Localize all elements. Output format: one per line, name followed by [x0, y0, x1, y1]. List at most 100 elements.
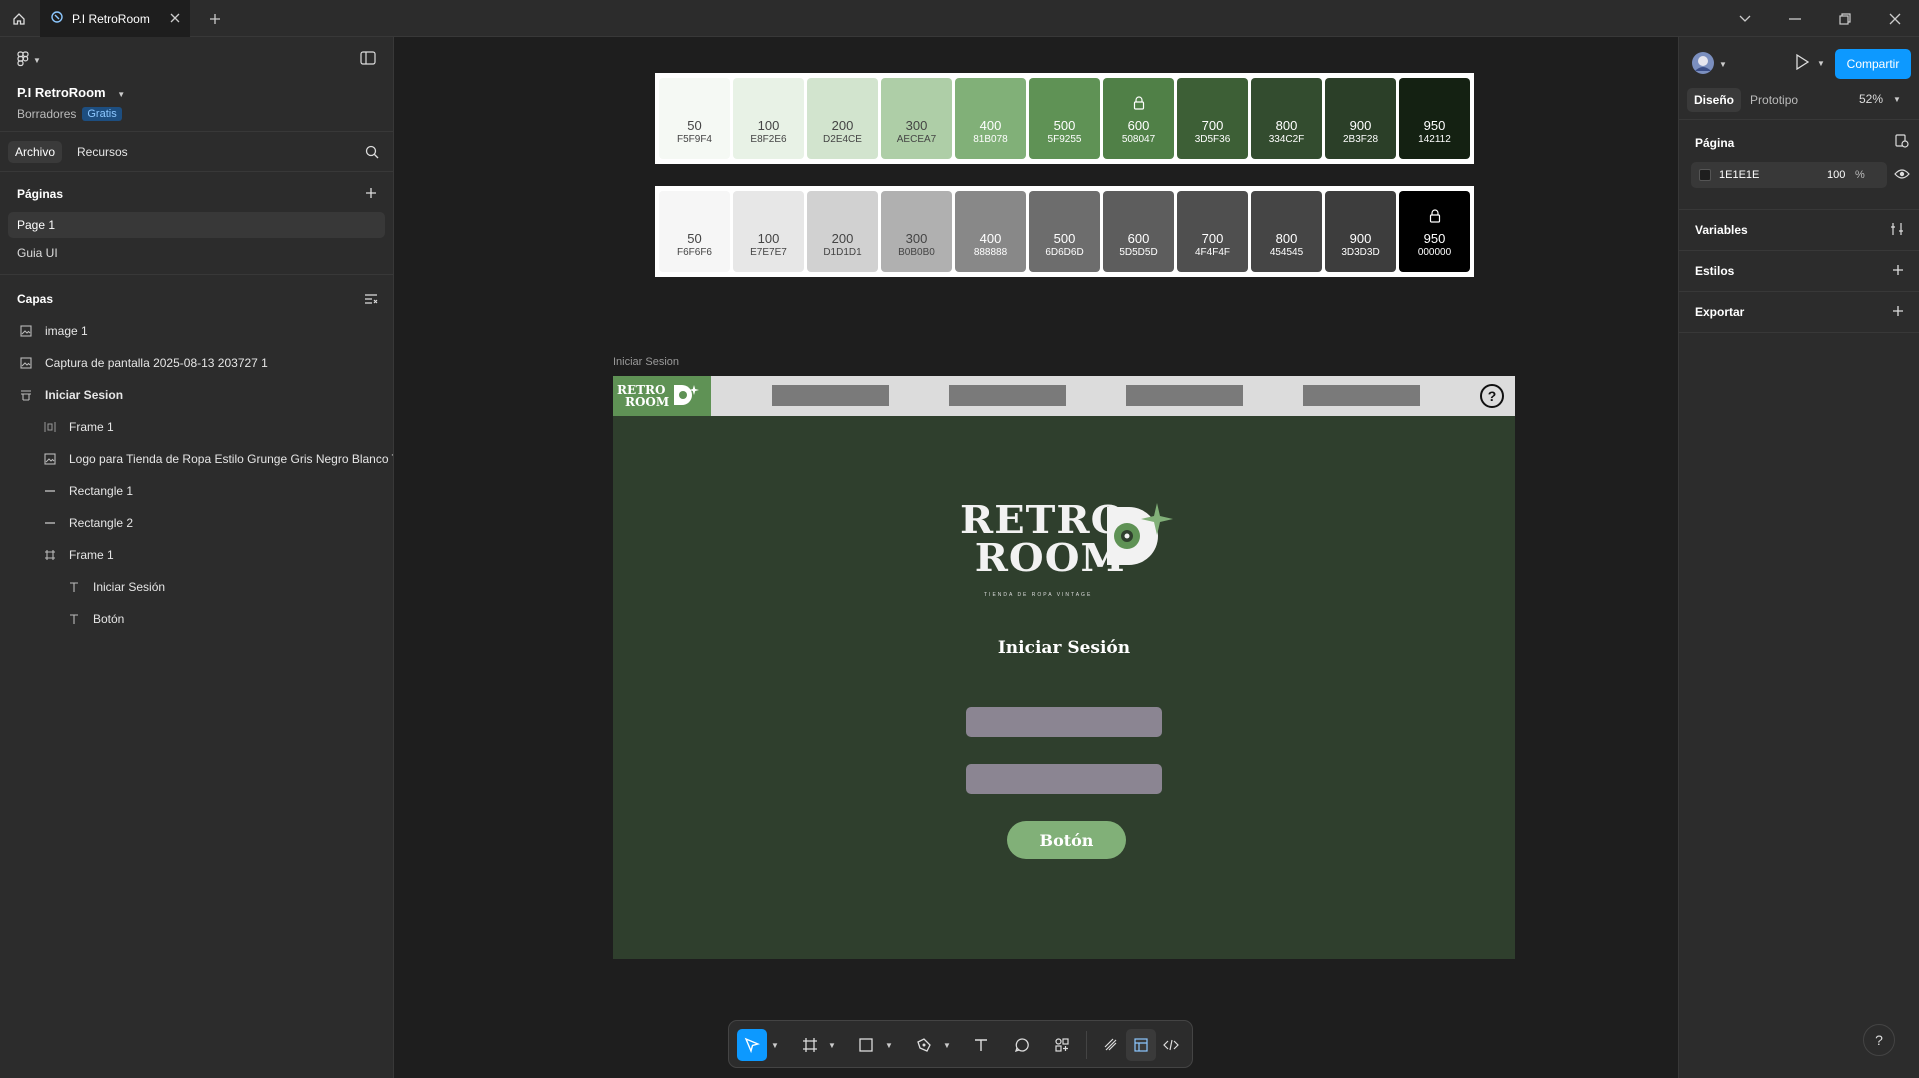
pen-tool-icon[interactable]: [909, 1029, 939, 1061]
close-tab-icon[interactable]: [170, 12, 180, 26]
password-field[interactable]: [966, 764, 1162, 794]
add-style-icon[interactable]: [1892, 264, 1904, 279]
page-style-icon[interactable]: [1895, 134, 1909, 151]
rectangle-tool-icon[interactable]: [851, 1029, 881, 1061]
dev-mode-icon[interactable]: [1156, 1029, 1186, 1061]
color-swatch-200[interactable]: 200 D1D1D1: [807, 191, 878, 272]
home-icon[interactable]: [0, 0, 37, 37]
nav-placeholder-2[interactable]: [949, 385, 1066, 406]
assets-tool-icon[interactable]: [1047, 1029, 1077, 1061]
eye-icon[interactable]: [1894, 168, 1910, 183]
layer-item[interactable]: Botón: [0, 603, 393, 635]
zoom-control[interactable]: 52% ▼: [1859, 92, 1901, 106]
tab-archivo[interactable]: Archivo: [8, 141, 63, 163]
add-page-icon[interactable]: [365, 187, 377, 202]
login-frame[interactable]: RETRO ROOM ? RETRO ROOM TIENDA DE ROPA V…: [613, 376, 1515, 959]
close-window-icon[interactable]: [1870, 0, 1919, 37]
green-palette[interactable]: 50 F5F9F4 100 E8F2E6 200 D2E4CE 300 AECEA7 400 81…: [655, 73, 1474, 164]
login-button[interactable]: Botón: [1007, 821, 1126, 859]
chevron-down-icon[interactable]: [1720, 0, 1770, 37]
minimize-icon[interactable]: [1770, 0, 1820, 37]
color-swatch-50[interactable]: 50 F5F9F4: [659, 78, 730, 159]
layer-item[interactable]: Rectangle 2: [0, 507, 393, 539]
gray-palette[interactable]: 50 F6F6F6 100 E7E7E7 200 D1D1D1 300 B0B0B0 400 88…: [655, 186, 1474, 277]
color-swatch-100[interactable]: 100 E8F2E6: [733, 78, 804, 159]
share-button[interactable]: Compartir: [1835, 49, 1911, 79]
canvas[interactable]: 50 F5F9F4 100 E8F2E6 200 D2E4CE 300 AECEA7 400 81…: [394, 37, 1678, 1078]
swatch-hex: AECEA7: [896, 134, 937, 145]
color-swatch-800[interactable]: 800 454545: [1251, 191, 1322, 272]
color-swatch-700[interactable]: 700 4F4F4F: [1177, 191, 1248, 272]
username-field[interactable]: [966, 707, 1162, 737]
comment-tool-icon[interactable]: [1007, 1029, 1037, 1061]
navbar-logo[interactable]: RETRO ROOM: [613, 376, 711, 416]
color-swatch-500[interactable]: 500 5F9255: [1029, 78, 1100, 159]
color-swatch-50[interactable]: 50 F6F6F6: [659, 191, 730, 272]
color-swatch-700[interactable]: 700 3D5F36: [1177, 78, 1248, 159]
layer-item[interactable]: Frame 1: [0, 539, 393, 571]
color-swatch[interactable]: [1699, 169, 1711, 181]
layer-item[interactable]: image 1: [0, 315, 393, 347]
tab-prototipo[interactable]: Prototipo: [1743, 88, 1805, 112]
layer-item[interactable]: Frame 1: [0, 411, 393, 443]
page-item-page-1[interactable]: Page 1: [8, 212, 385, 238]
color-swatch-900[interactable]: 900 3D3D3D: [1325, 191, 1396, 272]
frame-tool-icon[interactable]: [795, 1029, 825, 1061]
color-swatch-400[interactable]: 400 888888: [955, 191, 1026, 272]
color-swatch-300[interactable]: 300 B0B0B0: [881, 191, 952, 272]
layer-item[interactable]: Iniciar Sesion: [0, 379, 393, 411]
color-swatch-400[interactable]: 400 81B078: [955, 78, 1026, 159]
color-swatch-600[interactable]: 600 5D5D5D: [1103, 191, 1174, 272]
present-button[interactable]: ▼: [1795, 53, 1825, 73]
swatch-name: 400: [979, 118, 1002, 133]
color-swatch-100[interactable]: 100 E7E7E7: [733, 191, 804, 272]
page-opacity-value[interactable]: 100: [1827, 169, 1855, 181]
nav-placeholder-3[interactable]: [1126, 385, 1243, 406]
text-tool-icon[interactable]: [966, 1029, 996, 1061]
retro-room-logo[interactable]: RETRO ROOM TIENDA DE ROPA VINTAGE: [960, 501, 1173, 601]
color-swatch-950[interactable]: 950 142112: [1399, 78, 1470, 159]
chevron-down-icon[interactable]: ▼: [884, 1029, 894, 1061]
logo-text: RETRO ROOM: [960, 501, 1126, 577]
tab-diseno[interactable]: Diseño: [1687, 88, 1742, 112]
layer-item[interactable]: Iniciar Sesión: [0, 571, 393, 603]
user-avatar[interactable]: ▼: [1691, 51, 1727, 78]
tab-recursos[interactable]: Recursos: [70, 141, 135, 163]
page-color-field[interactable]: 1E1E1E 100 %: [1691, 162, 1887, 188]
layer-item[interactable]: Captura de pantalla 2025-08-13 203727 1: [0, 347, 393, 379]
color-swatch-950[interactable]: 950 000000: [1399, 191, 1470, 272]
design-mode-icon[interactable]: [1126, 1029, 1156, 1061]
login-title[interactable]: Iniciar Sesión: [613, 638, 1515, 658]
layers-options-icon[interactable]: [364, 293, 378, 308]
variables-icon[interactable]: [1890, 222, 1904, 239]
chevron-down-icon[interactable]: ▼: [770, 1029, 780, 1061]
layer-item[interactable]: Logo para Tienda de Ropa Estilo Grunge G…: [0, 443, 393, 475]
add-export-icon[interactable]: [1892, 305, 1904, 320]
file-name[interactable]: P.I RetroRoom ▼: [17, 85, 125, 100]
color-swatch-600[interactable]: 600 508047: [1103, 78, 1174, 159]
frame-navbar[interactable]: RETRO ROOM ?: [613, 376, 1515, 416]
move-tool-icon[interactable]: [737, 1029, 767, 1061]
color-swatch-500[interactable]: 500 6D6D6D: [1029, 191, 1100, 272]
page-item-guia-ui[interactable]: Guia UI: [8, 240, 385, 266]
main-menu-button[interactable]: ▼: [17, 51, 41, 70]
chevron-down-icon[interactable]: ▼: [942, 1029, 952, 1061]
chevron-down-icon[interactable]: ▼: [827, 1029, 837, 1061]
draw-mode-icon[interactable]: [1096, 1029, 1126, 1061]
page-color-value[interactable]: 1E1E1E: [1719, 169, 1819, 181]
color-swatch-300[interactable]: 300 AECEA7: [881, 78, 952, 159]
color-swatch-200[interactable]: 200 D2E4CE: [807, 78, 878, 159]
frame-label[interactable]: Iniciar Sesion: [613, 356, 679, 368]
new-tab-button[interactable]: [200, 0, 230, 37]
file-tab[interactable]: P.I RetroRoom: [40, 0, 190, 37]
color-swatch-800[interactable]: 800 334C2F: [1251, 78, 1322, 159]
nav-placeholder-1[interactable]: [772, 385, 889, 406]
restore-icon[interactable]: [1820, 0, 1870, 37]
help-icon[interactable]: ?: [1480, 384, 1504, 408]
nav-placeholder-4[interactable]: [1303, 385, 1420, 406]
panel-toggle-icon[interactable]: [360, 51, 376, 68]
help-button[interactable]: ?: [1863, 1024, 1895, 1056]
search-icon[interactable]: [365, 145, 379, 162]
color-swatch-900[interactable]: 900 2B3F28: [1325, 78, 1396, 159]
layer-item[interactable]: Rectangle 1: [0, 475, 393, 507]
